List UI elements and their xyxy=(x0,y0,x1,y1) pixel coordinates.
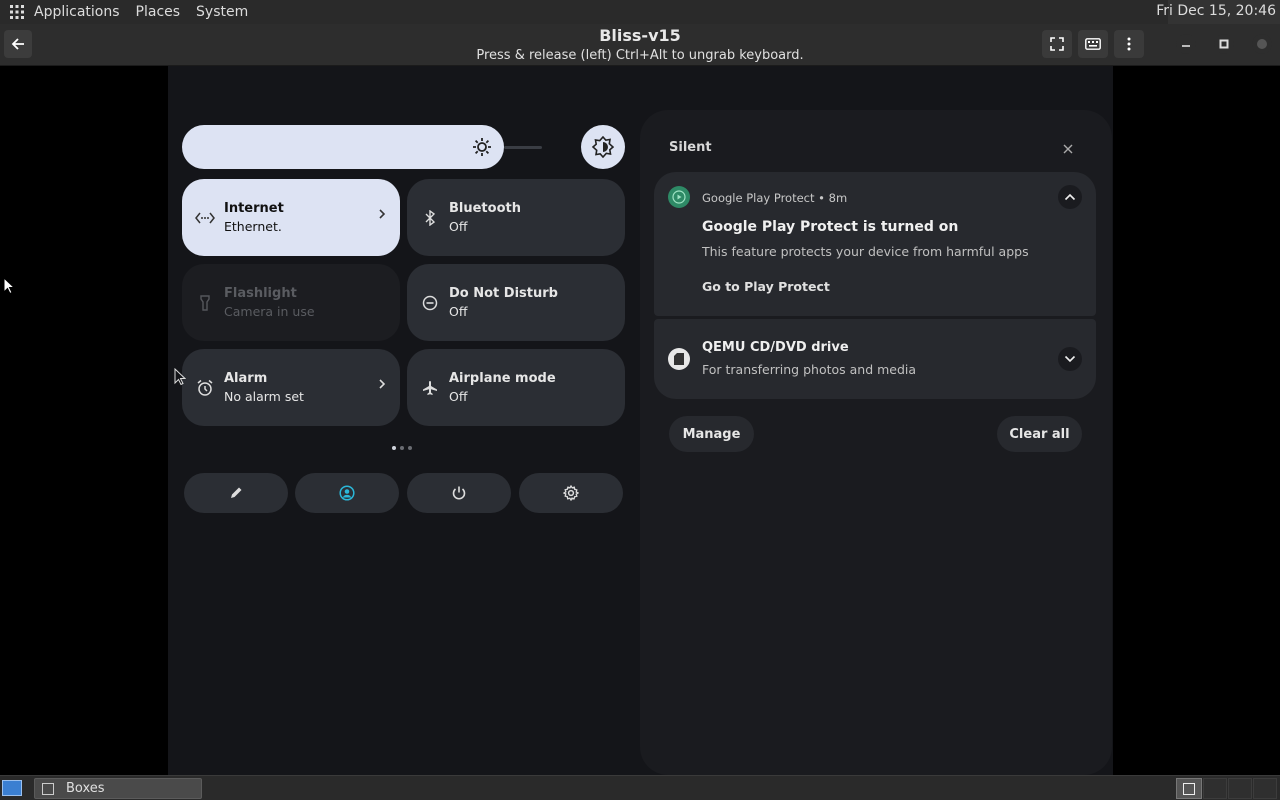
user-button[interactable] xyxy=(295,473,399,513)
keyboard-button[interactable] xyxy=(1078,30,1108,58)
workspace-2[interactable] xyxy=(1203,778,1227,799)
fullscreen-button[interactable] xyxy=(1042,30,1072,58)
bluetooth-icon xyxy=(419,207,441,229)
top-panel: Applications Places System Fri Dec 15, 2… xyxy=(0,0,1280,24)
bottom-panel: Boxes xyxy=(0,775,1280,800)
notification-app-name: Google Play Protect xyxy=(702,191,815,205)
section-title: Silent xyxy=(669,140,712,155)
close-icon[interactable] xyxy=(1062,140,1076,154)
page-indicator xyxy=(392,446,412,450)
ethernet-icon xyxy=(194,207,216,229)
tile-title: Alarm xyxy=(224,371,268,386)
do-not-disturb-icon xyxy=(419,292,441,314)
notification-title: QEMU CD/DVD drive xyxy=(702,340,849,355)
notification-text: This feature protects your device from h… xyxy=(702,244,1029,259)
brightness-slider-track[interactable] xyxy=(504,146,542,149)
user-icon xyxy=(339,485,355,501)
notification-text: For transferring photos and media xyxy=(702,362,917,377)
tile-subtitle: No alarm set xyxy=(224,389,304,404)
workspace-window-icon xyxy=(1183,782,1195,795)
fullscreen-icon xyxy=(1050,37,1064,51)
auto-brightness-icon xyxy=(592,136,614,158)
auto-brightness-button[interactable] xyxy=(581,125,625,169)
mouse-pointer-icon xyxy=(3,277,15,295)
boxes-headerbar: Bliss-v15 Press & release (left) Ctrl+Al… xyxy=(0,24,1280,66)
applications-grid-icon[interactable] xyxy=(0,0,34,24)
tile-airplane-mode[interactable]: Airplane mode Off xyxy=(407,349,625,426)
show-desktop-button[interactable] xyxy=(2,780,22,796)
menu-button[interactable] xyxy=(1114,30,1144,58)
tile-subtitle: Camera in use xyxy=(224,304,315,319)
tile-subtitle: Off xyxy=(449,304,468,319)
vm-pointer-icon xyxy=(174,368,186,386)
tile-do-not-disturb[interactable]: Do Not Disturb Off xyxy=(407,264,625,341)
brightness-slider[interactable] xyxy=(182,125,504,169)
applications-menu[interactable]: Applications xyxy=(34,4,128,20)
alarm-icon xyxy=(194,377,216,399)
chevron-up-icon xyxy=(1064,193,1076,201)
settings-icon xyxy=(563,485,579,501)
maximize-button[interactable] xyxy=(1214,34,1234,54)
workspace-1[interactable] xyxy=(1176,778,1202,799)
edit-button[interactable] xyxy=(184,473,288,513)
notification-action-button[interactable]: Go to Play Protect xyxy=(702,279,830,294)
notification-card[interactable]: Google Play Protect • 8m Google Play Pro… xyxy=(654,172,1096,316)
tile-title: Internet xyxy=(224,201,284,216)
tile-subtitle: Off xyxy=(449,219,468,234)
tile-title: Flashlight xyxy=(224,286,297,301)
sd-card-icon xyxy=(668,348,690,370)
minimize-button[interactable] xyxy=(1176,34,1196,54)
clear-all-button[interactable]: Clear all xyxy=(997,416,1082,452)
maximize-icon xyxy=(1219,39,1229,49)
edit-icon xyxy=(231,487,242,498)
chevron-right-icon xyxy=(378,378,386,394)
notification-time: 8m xyxy=(828,191,848,205)
tile-bluetooth[interactable]: Bluetooth Off xyxy=(407,179,625,256)
minimize-icon xyxy=(1182,45,1190,47)
tile-alarm[interactable]: Alarm No alarm set xyxy=(182,349,400,426)
tile-title: Bluetooth xyxy=(449,201,521,216)
close-window-button[interactable] xyxy=(1252,34,1272,54)
chevron-down-icon xyxy=(1064,355,1076,363)
manage-button[interactable]: Manage xyxy=(669,416,754,452)
taskbar-window-boxes[interactable]: Boxes xyxy=(34,778,202,799)
brightness-icon xyxy=(473,138,491,156)
page-dot xyxy=(392,446,396,450)
boxes-app-icon xyxy=(42,782,54,795)
power-icon xyxy=(452,486,466,500)
tile-title: Airplane mode xyxy=(449,371,556,386)
page-dot xyxy=(400,446,404,450)
notification-app-header: Google Play Protect • 8m xyxy=(702,191,848,205)
notification-title: Google Play Protect is turned on xyxy=(702,219,959,235)
settings-button[interactable] xyxy=(519,473,623,513)
workspace-3[interactable] xyxy=(1228,778,1252,799)
expand-button[interactable] xyxy=(1058,347,1082,371)
clock[interactable]: Fri Dec 15, 20:46 xyxy=(1156,3,1276,19)
workspace-4[interactable] xyxy=(1253,778,1277,799)
page-dot xyxy=(408,446,412,450)
tile-internet[interactable]: Internet Ethernet. xyxy=(182,179,400,256)
tile-subtitle: Off xyxy=(449,389,468,404)
vertical-dots-icon xyxy=(1127,37,1131,51)
notification-panel: Silent Google Play Protect • 8m Google P… xyxy=(640,110,1112,775)
collapse-button[interactable] xyxy=(1058,185,1082,209)
power-button[interactable] xyxy=(407,473,511,513)
flashlight-icon xyxy=(194,292,216,314)
tile-subtitle: Ethernet. xyxy=(224,219,282,234)
airplane-icon xyxy=(419,377,441,399)
close-window-icon xyxy=(1257,39,1267,49)
play-protect-icon xyxy=(668,186,690,208)
notification-card[interactable]: QEMU CD/DVD drive For transferring photo… xyxy=(654,319,1096,399)
chevron-right-icon xyxy=(378,208,386,224)
keyboard-icon xyxy=(1085,38,1101,50)
places-menu[interactable]: Places xyxy=(128,4,189,20)
tile-flashlight[interactable]: Flashlight Camera in use xyxy=(182,264,400,341)
taskbar-window-label: Boxes xyxy=(66,781,105,796)
tile-title: Do Not Disturb xyxy=(449,286,558,301)
vm-display[interactable]: Internet Ethernet. Bluetooth Off Flashli… xyxy=(168,66,1113,775)
system-menu[interactable]: System xyxy=(188,4,256,20)
